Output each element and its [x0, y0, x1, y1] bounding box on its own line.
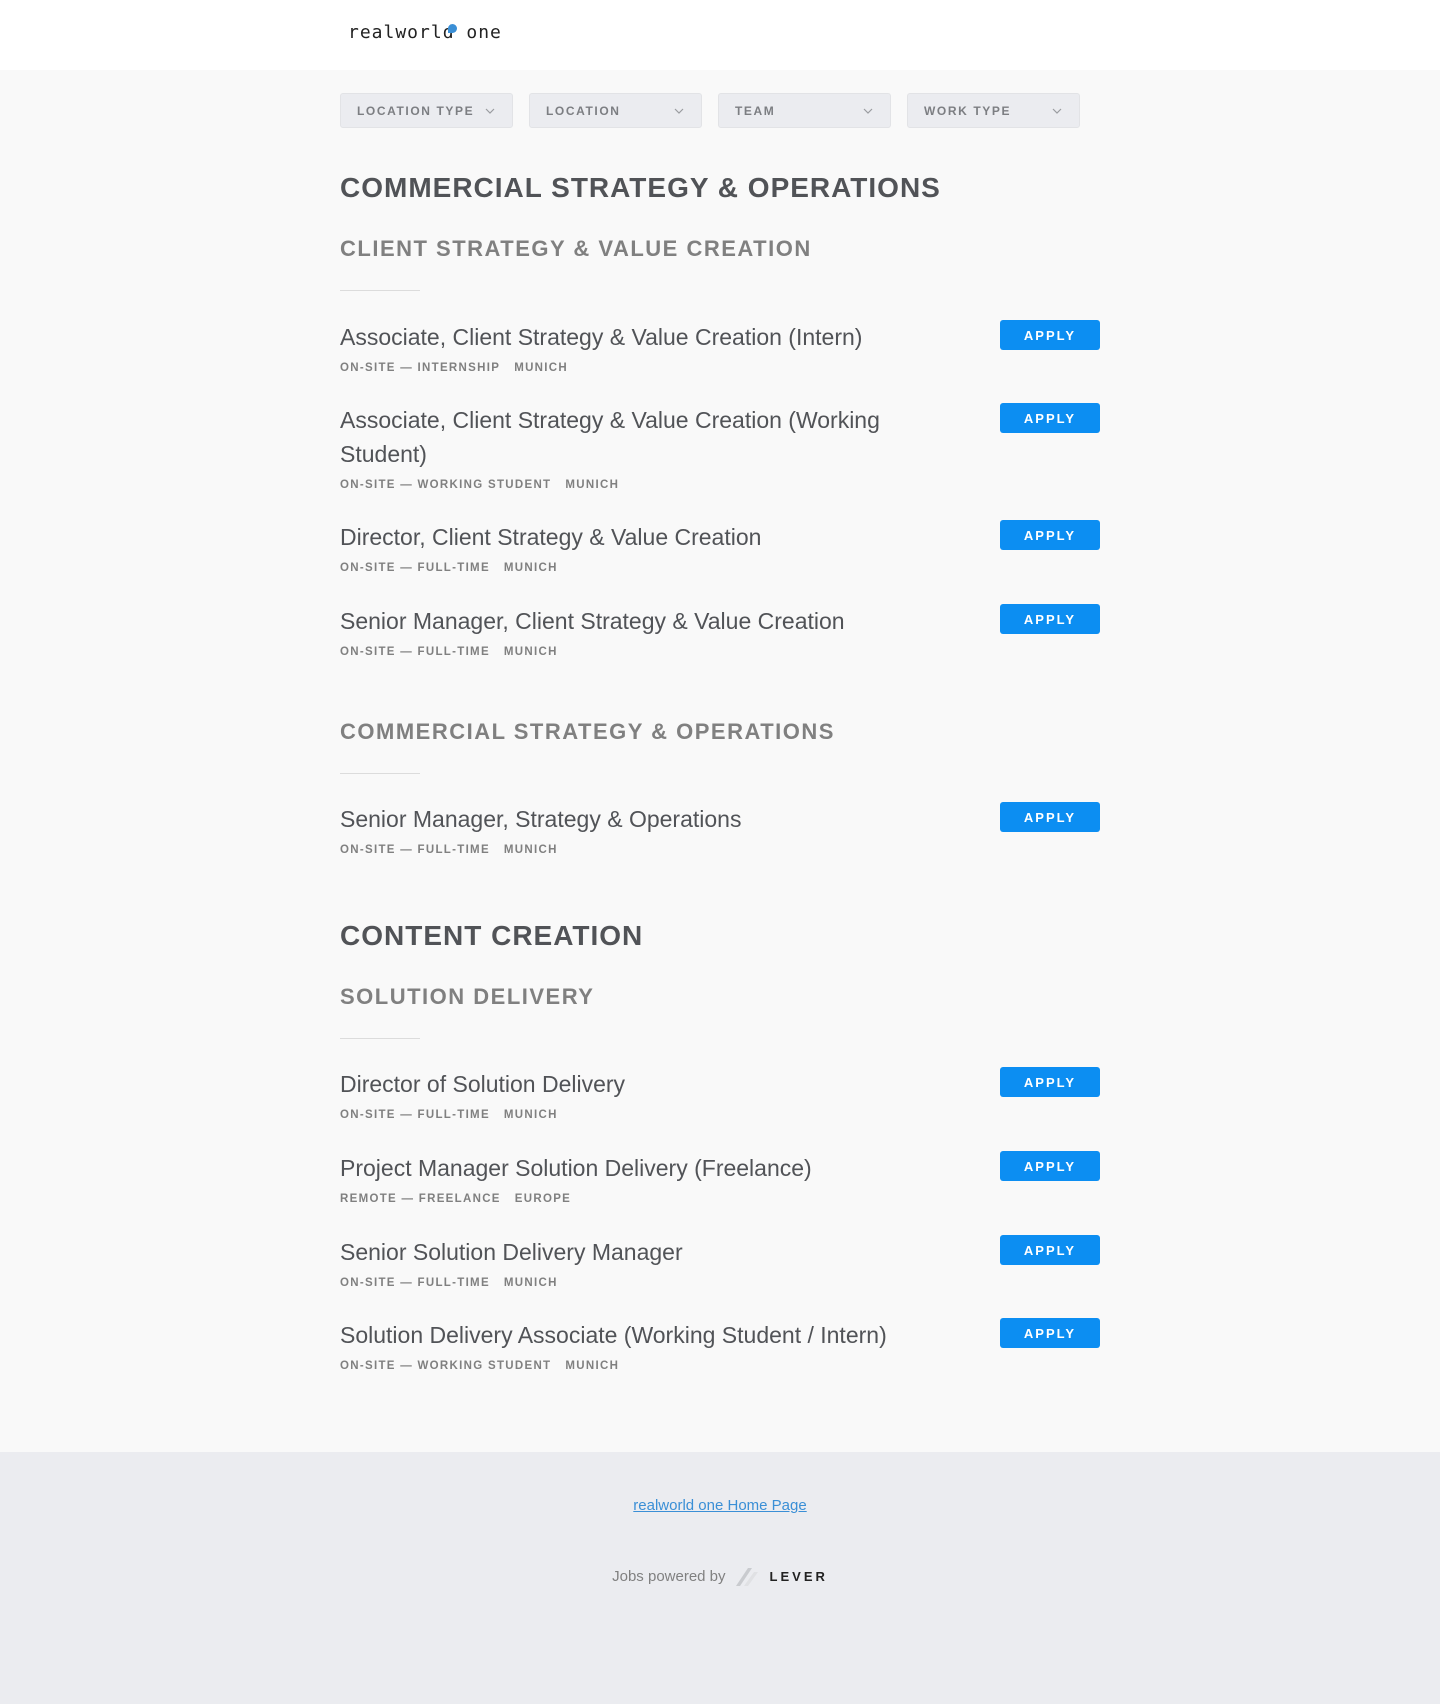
posting-title[interactable]: Senior Manager, Strategy & Operations [340, 802, 930, 836]
divider [340, 1038, 420, 1039]
posting-commitment: REMOTE — FREELANCE [340, 1193, 501, 1205]
chevron-down-icon [674, 108, 684, 114]
apply-button[interactable]: APPLY [1000, 604, 1100, 634]
posting-location: EUROPE [514, 1193, 572, 1205]
posting-title[interactable]: Senior Manager, Client Strategy & Value … [340, 604, 930, 638]
divider [340, 290, 420, 291]
subgroup-title: CLIENT STRATEGY & VALUE CREATION [340, 236, 812, 261]
apply-button[interactable]: APPLY [1000, 520, 1100, 550]
posting-item: Director, Client Strategy & Value Creati… [340, 520, 1100, 574]
posting-meta: ON-SITE — FULL-TIME MUNICH [340, 1109, 1100, 1121]
posting-title[interactable]: Associate, Client Strategy & Value Creat… [340, 320, 930, 354]
posting-title[interactable]: Senior Solution Delivery Manager [340, 1235, 930, 1269]
posting-location: MUNICH [565, 1360, 620, 1372]
posting-item: Senior Manager, Strategy & Operations ON… [340, 802, 1100, 856]
posting-meta: ON-SITE — WORKING STUDENT MUNICH [340, 1360, 1100, 1372]
chevron-down-icon [485, 108, 495, 114]
posting-location: MUNICH [514, 362, 568, 374]
filter-work-type[interactable]: WORK TYPE [907, 93, 1080, 128]
filter-label: LOCATION [546, 103, 621, 118]
lever-wordmark[interactable]: LEVER [770, 1569, 828, 1584]
posting-meta: REMOTE — FREELANCE EUROPE [340, 1193, 1100, 1205]
posting-location: MUNICH [503, 562, 558, 574]
posting-item: Senior Solution Delivery Manager ON-SITE… [340, 1235, 1100, 1289]
chevron-down-icon [1052, 108, 1062, 114]
home-page-link[interactable]: realworld one Home Page [0, 1497, 1440, 1514]
posting-meta: ON-SITE — WORKING STUDENT MUNICH [340, 479, 1100, 491]
posting-item: Director of Solution Delivery ON-SITE — … [340, 1067, 1100, 1121]
filter-label: LOCATION TYPE [357, 103, 475, 118]
posting-commitment: ON-SITE — WORKING STUDENT [340, 1360, 552, 1372]
filter-location[interactable]: LOCATION [529, 93, 702, 128]
apply-button[interactable]: APPLY [1000, 320, 1100, 350]
apply-button[interactable]: APPLY [1000, 802, 1100, 832]
filter-label: TEAM [735, 103, 776, 118]
group-title: CONTENT CREATION [340, 920, 644, 951]
filter-location-type[interactable]: LOCATION TYPE [340, 93, 513, 128]
group-title: COMMERCIAL STRATEGY & OPERATIONS [340, 172, 941, 203]
top-bar: realworld one [0, 0, 1440, 70]
apply-button[interactable]: APPLY [1000, 403, 1100, 433]
posting-location: MUNICH [503, 1109, 558, 1121]
apply-button[interactable]: APPLY [1000, 1067, 1100, 1097]
subgroup-title: SOLUTION DELIVERY [340, 984, 595, 1009]
filter-team[interactable]: TEAM [718, 93, 891, 128]
posting-item: Associate, Client Strategy & Value Creat… [340, 403, 1100, 491]
filter-bar: LOCATION TYPE LOCATION TEAM WORK TYPE [340, 93, 1080, 128]
chevron-down-icon [863, 108, 873, 114]
posting-commitment: ON-SITE — FULL-TIME [340, 1109, 490, 1121]
apply-button[interactable]: APPLY [1000, 1318, 1100, 1348]
posting-meta: ON-SITE — INTERNSHIP MUNICH [340, 362, 1100, 374]
posting-location: MUNICH [503, 844, 558, 856]
posting-meta: ON-SITE — FULL-TIME MUNICH [340, 646, 1100, 658]
posting-location: MUNICH [503, 1277, 558, 1289]
subgroup-title: COMMERCIAL STRATEGY & OPERATIONS [340, 719, 835, 744]
powered-by: Jobs powered by LEVER [0, 1564, 1440, 1588]
posting-commitment: ON-SITE — FULL-TIME [340, 562, 490, 574]
lever-logo-icon[interactable] [734, 1564, 762, 1588]
posting-title[interactable]: Director, Client Strategy & Value Creati… [340, 520, 930, 554]
posting-item: Senior Manager, Client Strategy & Value … [340, 604, 1100, 658]
footer: realworld one Home Page Jobs powered by … [0, 1452, 1440, 1704]
company-logo[interactable]: realworld one [348, 22, 502, 43]
filter-label: WORK TYPE [924, 103, 1012, 118]
posting-item: Project Manager Solution Delivery (Freel… [340, 1151, 1100, 1205]
posting-commitment: ON-SITE — FULL-TIME [340, 646, 490, 658]
posting-commitment: ON-SITE — INTERNSHIP [340, 362, 501, 374]
posting-commitment: ON-SITE — WORKING STUDENT [340, 479, 552, 491]
logo-mark-icon [448, 24, 457, 33]
posting-commitment: ON-SITE — FULL-TIME [340, 1277, 490, 1289]
posting-meta: ON-SITE — FULL-TIME MUNICH [340, 562, 1100, 574]
posting-location: MUNICH [503, 646, 558, 658]
apply-button[interactable]: APPLY [1000, 1151, 1100, 1181]
posting-title[interactable]: Project Manager Solution Delivery (Freel… [340, 1151, 930, 1185]
divider [340, 773, 420, 774]
posting-meta: ON-SITE — FULL-TIME MUNICH [340, 844, 1100, 856]
powered-by-text: Jobs powered by [612, 1567, 726, 1585]
posting-item: Associate, Client Strategy & Value Creat… [340, 320, 1100, 374]
posting-item: Solution Delivery Associate (Working Stu… [340, 1318, 1100, 1372]
posting-title[interactable]: Solution Delivery Associate (Working Stu… [340, 1318, 930, 1352]
posting-meta: ON-SITE — FULL-TIME MUNICH [340, 1277, 1100, 1289]
apply-button[interactable]: APPLY [1000, 1235, 1100, 1265]
posting-location: MUNICH [565, 479, 620, 491]
posting-title[interactable]: Director of Solution Delivery [340, 1067, 930, 1101]
posting-title[interactable]: Associate, Client Strategy & Value Creat… [340, 403, 930, 471]
posting-commitment: ON-SITE — FULL-TIME [340, 844, 490, 856]
